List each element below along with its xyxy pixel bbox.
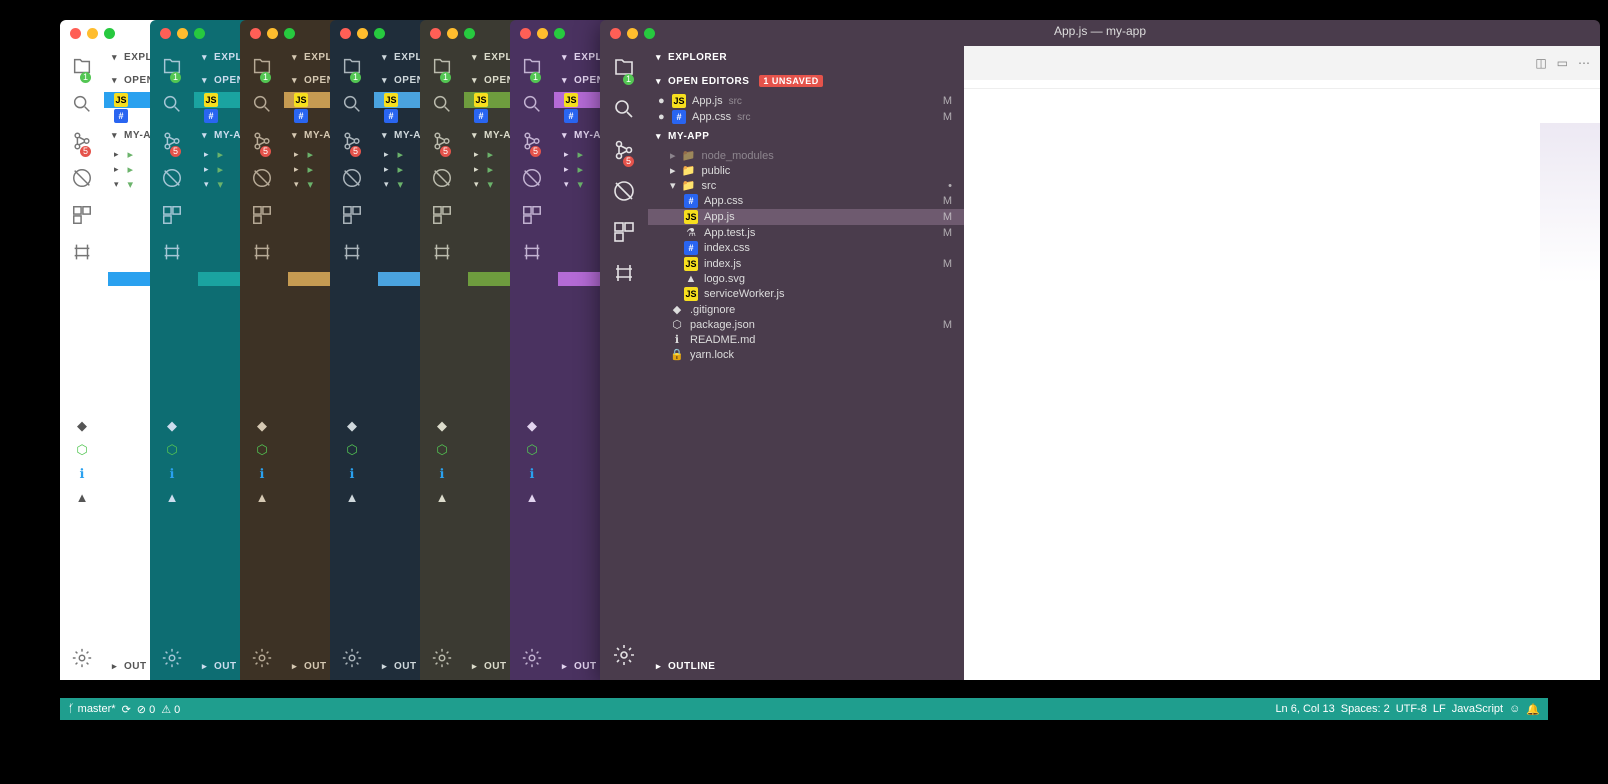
extensions-icon[interactable] [431,204,453,229]
hash-icon[interactable] [71,241,93,266]
tree-item[interactable]: ▾ 📁src• [648,178,964,193]
tree-item[interactable]: JSApp.jsM [648,209,964,225]
search-icon[interactable] [251,93,273,118]
tree-item[interactable]: JSserviceWorker.js [648,286,964,302]
outline-header[interactable]: OUTLINE [648,655,723,678]
more-icon[interactable]: ⋯ [1578,56,1590,70]
search-icon[interactable] [161,93,183,118]
cursor-position[interactable]: Ln 6, Col 13 [1275,703,1334,715]
encoding-indicator[interactable]: UTF-8 [1396,703,1427,715]
search-icon[interactable] [521,93,543,118]
split-icon[interactable]: ◫ [1535,56,1546,70]
explorer-icon[interactable]: 1 [161,56,183,81]
source-control-icon[interactable]: 5 [521,130,543,155]
tree-item[interactable]: JSindex.jsM [648,256,964,272]
status-bar: ᚶ master* ⟳ ⊘ 0 ⚠ 0 Ln 6, Col 13 Spaces:… [60,698,1548,720]
tree-item[interactable]: ▸ 📁public [648,163,964,178]
search-icon[interactable] [431,93,453,118]
debug-icon[interactable] [341,167,363,192]
project-header[interactable]: MY-APP [648,125,964,148]
branch-indicator[interactable]: ᚶ master* [68,703,116,715]
explorer-icon[interactable]: 1 [431,56,453,81]
source-control-icon[interactable]: 5 [612,138,636,165]
errors-indicator[interactable]: ⊘ 0 [137,703,155,716]
hash-icon[interactable] [521,241,543,266]
source-control-icon[interactable]: 5 [341,130,363,155]
source-control-icon[interactable]: 5 [71,130,93,155]
explorer-panel: EXPLORER OPEN EDITORS 1 UNSAVED ●JSApp.j… [648,46,964,680]
tree-item[interactable]: #index.css [648,240,964,256]
source-control-icon[interactable]: 5 [251,130,273,155]
explorer-header: EXPLORER [648,46,964,69]
gear-icon[interactable] [161,647,183,672]
source-control-icon[interactable]: 5 [431,130,453,155]
tree-item[interactable]: ▸ 📁node_modules [648,148,964,163]
layout-icon[interactable]: ▭ [1557,56,1568,70]
status-main: ᚶ master* ⟳ ⊘ 0 ⚠ 0 Ln 6, Col 13 Spaces:… [60,698,1548,720]
unsaved-badge: 1 UNSAVED [759,75,822,87]
debug-icon[interactable] [251,167,273,192]
tree-item[interactable]: ⬡package.jsonM [648,317,964,332]
tree-item[interactable]: ℹREADME.md [648,332,964,347]
extensions-icon[interactable] [612,220,636,247]
extensions-icon[interactable] [251,204,273,229]
gear-icon[interactable] [341,647,363,672]
explorer-icon[interactable]: 1 [612,56,636,83]
gear-icon[interactable] [251,647,273,672]
indent-indicator[interactable]: Spaces: 2 [1341,703,1390,715]
tree-item[interactable]: ⚗App.test.jsM [648,225,964,240]
warnings-indicator[interactable]: ⚠ 0 [161,703,180,716]
activity-bar: 1 5 [600,46,648,680]
extensions-icon[interactable] [161,204,183,229]
tab-bar: ◫ ▭ ⋯ [964,46,1600,80]
gear-icon[interactable] [431,647,453,672]
window-title: App.js — my-app [600,24,1600,38]
editor: ◫ ▭ ⋯ [964,46,1600,680]
open-editor-item[interactable]: ●JSApp.jssrcM [648,93,964,109]
extensions-icon[interactable] [341,204,363,229]
bell-icon[interactable]: 🔔 [1526,703,1540,716]
sync-icon[interactable]: ⟳ [122,703,131,716]
minimap[interactable] [1540,123,1600,283]
search-icon[interactable] [71,93,93,118]
feedback-icon[interactable]: ☺ [1509,703,1520,715]
gear-icon[interactable] [612,643,636,670]
explorer-icon[interactable]: 1 [341,56,363,81]
tree-item[interactable]: #App.cssM [648,193,964,209]
hash-icon[interactable] [251,241,273,266]
tree-item[interactable]: ◆.gitignore [648,302,964,317]
eol-indicator[interactable]: LF [1433,703,1446,715]
hash-icon[interactable] [431,241,453,266]
gear-icon[interactable] [521,647,543,672]
extensions-icon[interactable] [71,204,93,229]
explorer-icon[interactable]: 1 [251,56,273,81]
breadcrumbs[interactable] [964,80,1600,89]
debug-icon[interactable] [161,167,183,192]
search-icon[interactable] [612,97,636,124]
open-editor-item[interactable]: ●#App.csssrcM [648,109,964,125]
vscode-window: App.js — my-app 1 5 EXPLORER OPEN EDITOR… [600,20,1600,680]
explorer-icon[interactable]: 1 [521,56,543,81]
tree-item[interactable]: 🔒yarn.lock [648,347,964,362]
hash-icon[interactable] [341,241,363,266]
search-icon[interactable] [341,93,363,118]
debug-icon[interactable] [431,167,453,192]
open-editors-header[interactable]: OPEN EDITORS 1 UNSAVED [648,69,964,93]
source-control-icon[interactable]: 5 [161,130,183,155]
hash-icon[interactable] [612,261,636,288]
debug-icon[interactable] [521,167,543,192]
lang-indicator[interactable]: JavaScript [1452,703,1503,715]
extensions-icon[interactable] [521,204,543,229]
gear-icon[interactable] [71,647,93,672]
hash-icon[interactable] [161,241,183,266]
code-area[interactable] [964,89,1600,680]
debug-icon[interactable] [71,167,93,192]
explorer-icon[interactable]: 1 [71,56,93,81]
tree-item[interactable]: ▲logo.svg [648,272,964,286]
tab-actions: ◫ ▭ ⋯ [1525,56,1600,70]
debug-icon[interactable] [612,179,636,206]
